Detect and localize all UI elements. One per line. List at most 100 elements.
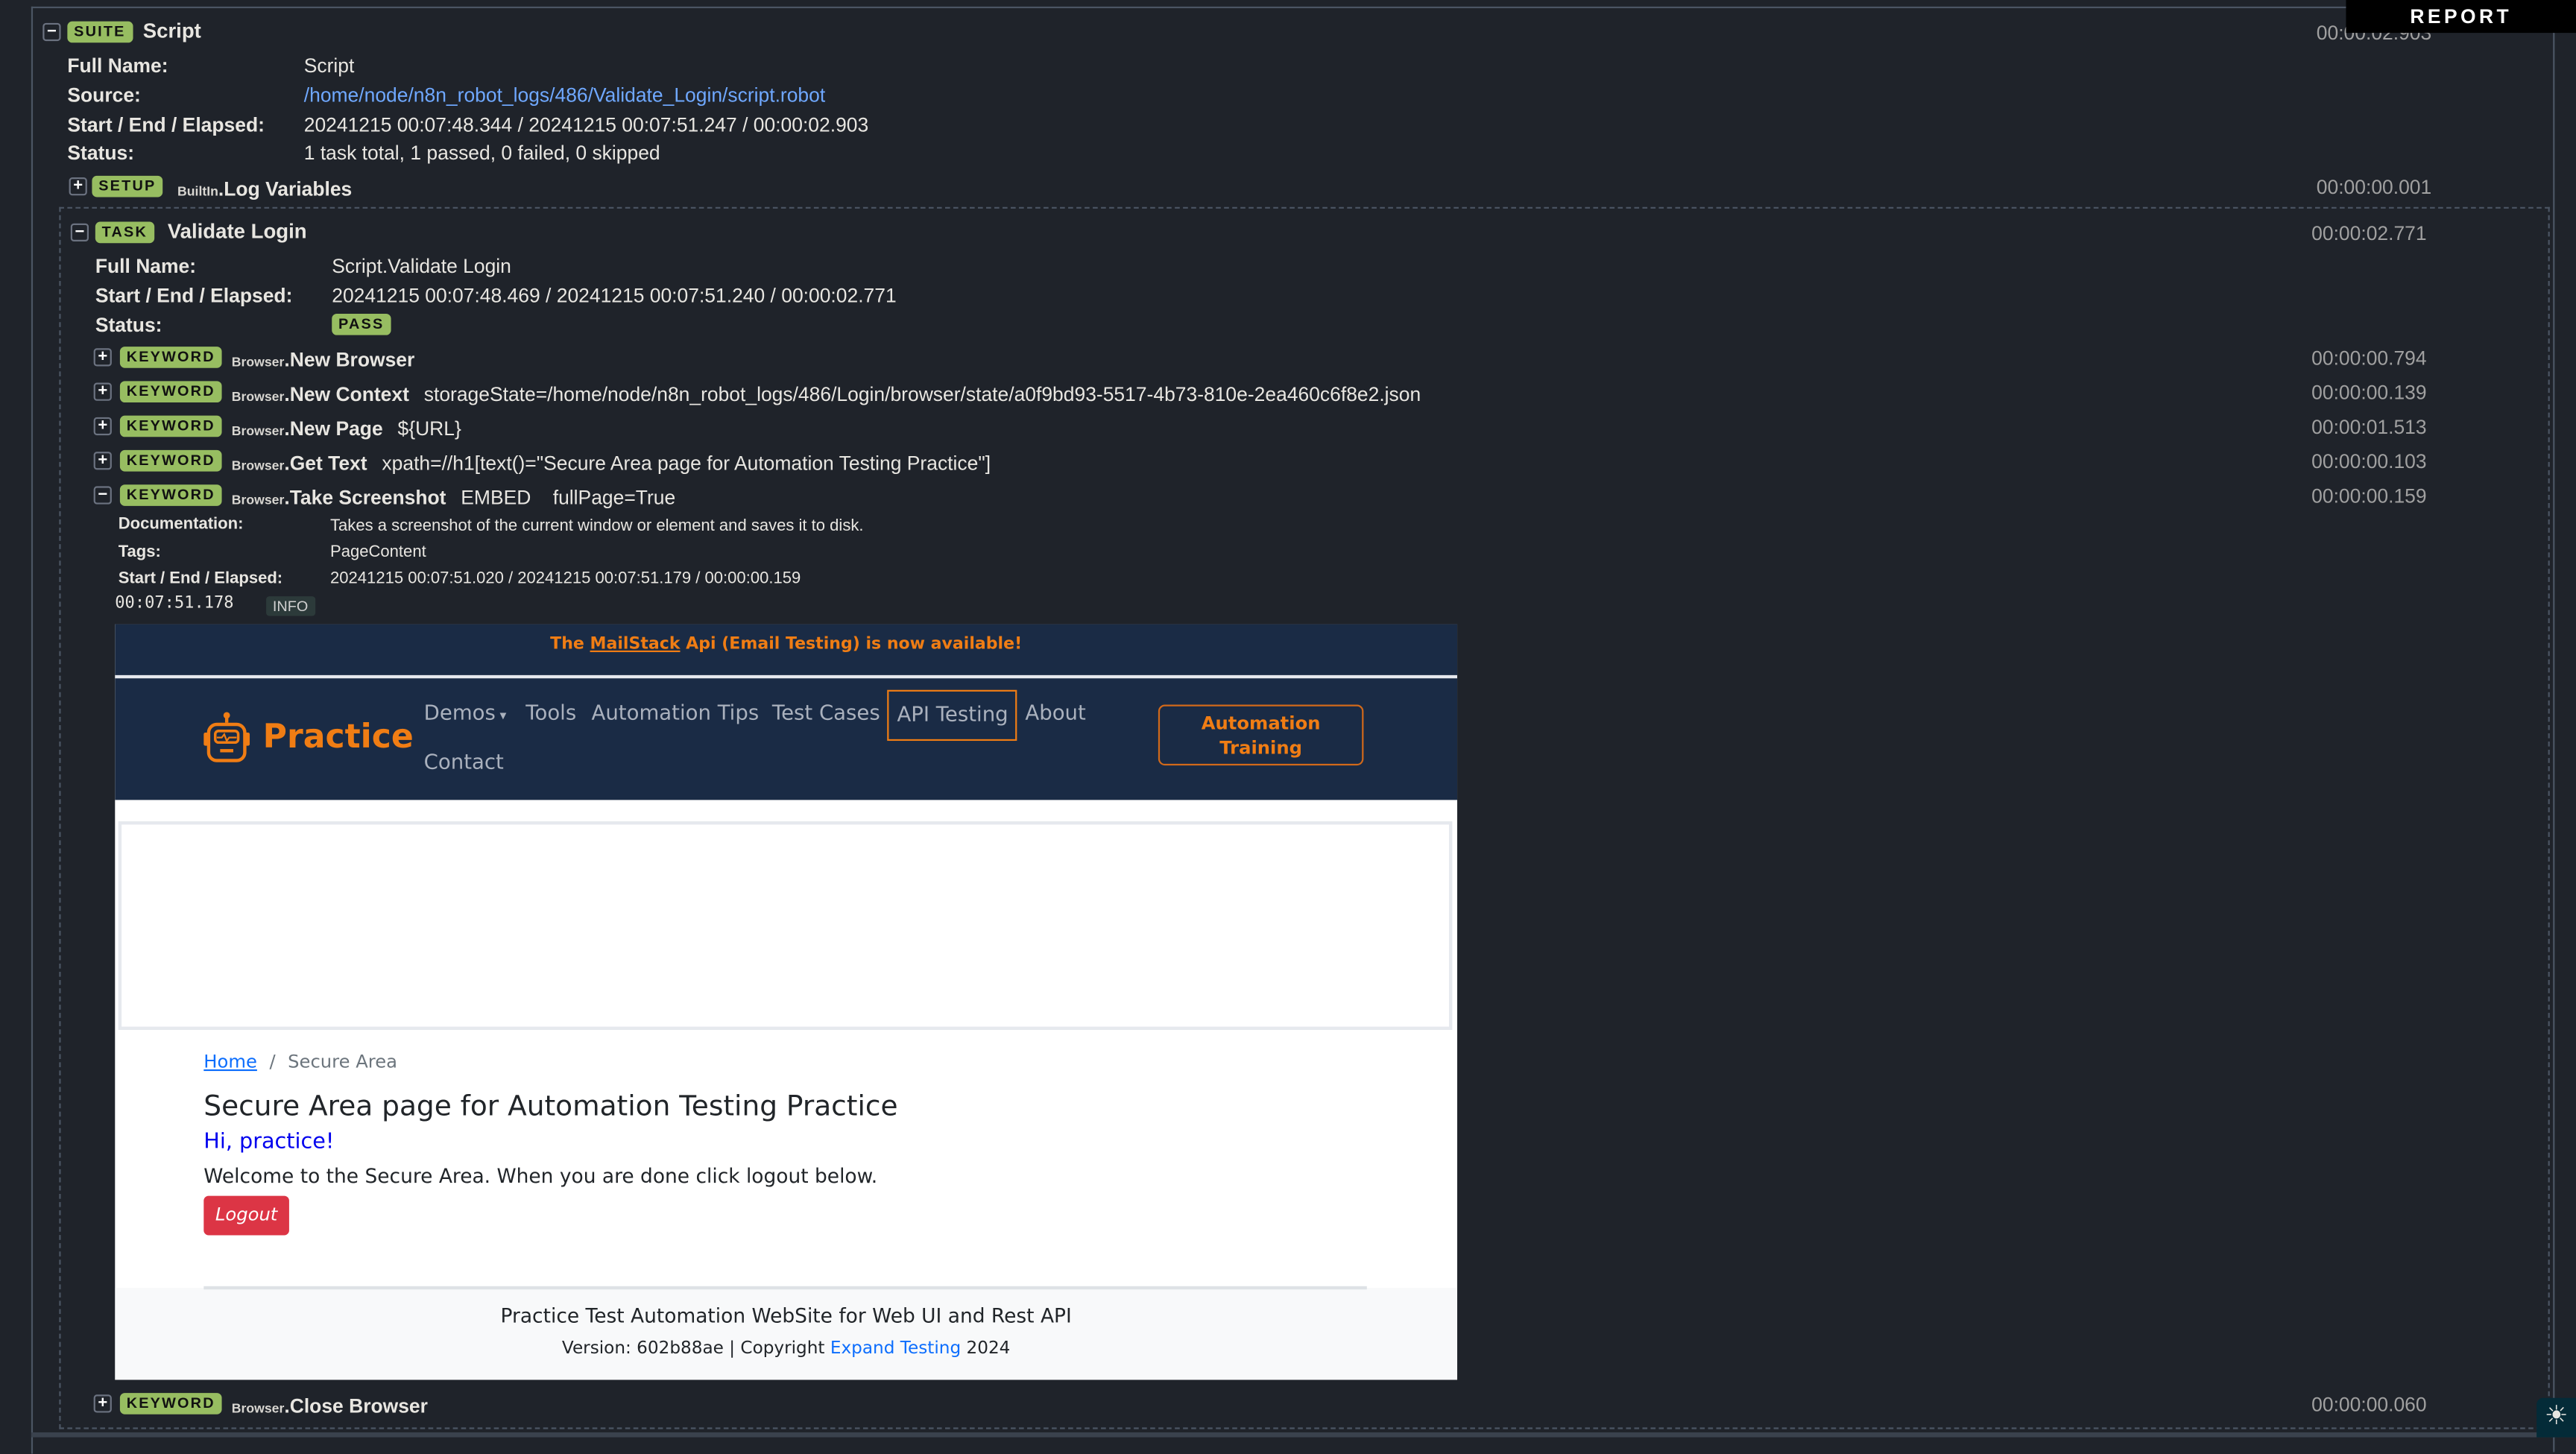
embedded-screenshot[interactable]: The MailStack Api (Email Testing) is now… [115,624,1458,1380]
site-footer [115,1288,1458,1380]
suite-name: Script [142,19,201,43]
suite-times-label: Start / End / Elapsed: [67,113,265,136]
collapse-task-toggle[interactable]: − [70,223,89,242]
expand-keyword-toggle[interactable]: + [93,452,112,470]
sun-icon: ☀ [2544,1403,2569,1431]
suite-source-link[interactable]: /home/node/n8n_robot_logs/486/Validate_L… [304,83,825,107]
task-times: 20241215 00:07:48.469 / 20241215 00:07:5… [332,284,897,308]
suite-badge: SUITE [67,21,133,43]
nav-contact[interactable]: Contact [424,749,504,774]
doc-text: Takes a screenshot of the current window… [330,517,864,536]
tags-label: Tags: [118,543,161,562]
message-level: INFO [266,596,315,616]
keyword-library: Browser [231,458,285,473]
doc-label: Documentation: [118,516,244,534]
nav-about[interactable]: About [1025,700,1085,724]
keyword-elapsed: 00:00:00.139 [2311,381,2427,405]
keyword-elapsed: 00:00:00.060 [2311,1393,2427,1416]
suite-status-label: Status: [67,141,135,165]
breadcrumb-home[interactable]: Home [203,1052,257,1073]
greeting: Hi, practice! [203,1130,335,1155]
frame-border [2553,6,2555,1453]
expand-keyword-toggle[interactable]: + [93,1394,112,1413]
setup-library: BuiltIn [177,183,218,199]
task-status-badge: PASS [332,313,391,335]
suite-times: 20241215 00:07:48.344 / 20241215 00:07:5… [303,113,869,136]
nav-api-testing[interactable]: API Testing [897,701,1008,726]
report-tab[interactable]: REPORT [2346,0,2576,34]
keyword-badge: KEYWORD [119,347,222,368]
expand-keyword-toggle[interactable]: + [93,417,112,436]
kw-times: 20241215 00:07:51.020 / 20241215 00:07:5… [330,569,801,589]
task-elapsed: 00:00:02.771 [2311,221,2427,245]
keyword-args: storageState=/home/node/n8n_robot_logs/4… [423,382,1421,406]
suite-status: 1 task total, 1 passed, 0 failed, 0 skip… [303,141,660,165]
keyword-library: Browser [231,355,285,370]
breadcrumb-current: Secure Area [288,1051,398,1073]
keyword-library: Browser [231,423,285,439]
expand-testing-link[interactable]: Expand Testing [830,1338,961,1358]
theme-toggle-button[interactable]: ☀ [2536,1397,2576,1438]
logout-button[interactable]: Logout [203,1195,289,1236]
keyword-library: Browser [231,493,285,508]
suite-source-label: Source: [67,83,141,107]
task-fullname-label: Full Name: [95,254,197,278]
keyword-badge: KEYWORD [119,381,222,403]
keyword-args: xpath=//h1[text()="Secure Area page for … [382,452,991,475]
keyword-name: New Browser [289,348,415,372]
nav-automation-tips[interactable]: Automation Tips [591,700,759,724]
footer-title: Practice Test Automation WebSite for Web… [500,1304,1072,1327]
task-name: Validate Login [167,220,307,244]
expand-keyword-toggle[interactable]: + [93,382,112,401]
task-status-label: Status: [95,313,162,337]
announcement-banner: The MailStack Api (Email Testing) is now… [115,624,1458,679]
mailstack-link[interactable]: MailStack [590,636,681,654]
collapse-keyword-toggle[interactable]: − [93,486,112,505]
automation-training-button[interactable]: Automation Training [1158,704,1364,766]
welcome-text: Welcome to the Secure Area. When you are… [203,1164,878,1188]
task-fullname: Script.Validate Login [332,254,511,278]
keyword-name: New Page [289,417,383,440]
footer-version: Version: 602b88ae | Copyright Expand Tes… [561,1338,1011,1359]
kw-times-label: Start / End / Elapsed: [118,569,283,589]
caret-down-icon: ▾ [495,707,507,723]
keyword-name: New Context [289,382,409,406]
keyword-elapsed: 00:00:00.103 [2311,449,2427,473]
keyword-name: Close Browser [289,1394,428,1418]
keyword-badge: KEYWORD [119,415,222,437]
nav-test-cases[interactable]: Test Cases [772,700,880,724]
task-badge: TASK [95,221,154,244]
expand-setup-toggle[interactable]: + [69,177,87,196]
keyword-badge: KEYWORD [119,484,222,506]
nav-demos[interactable]: Demos ▾ [424,700,507,724]
tags-value: PageContent [330,543,426,562]
keyword-elapsed: 00:00:00.159 [2311,484,2427,508]
keyword-elapsed: 00:00:00.794 [2311,347,2427,370]
task-times-label: Start / End / Elapsed: [95,284,293,308]
robot-logo-icon [203,712,250,762]
keyword-library: Browser [231,389,285,405]
expand-keyword-toggle[interactable]: + [93,348,112,367]
site-navbar: Practice Demos ▾ Tools Automation Tips T… [115,678,1458,800]
site-logo[interactable]: Practice [263,716,414,756]
keyword-badge: KEYWORD [119,1393,222,1415]
page-heading: Secure Area page for Automation Testing … [203,1090,898,1124]
suite-fullname-label: Full Name: [67,54,168,78]
setup-keyword[interactable]: BuiltIn.Log Variables [177,174,352,204]
keyword-elapsed: 00:00:01.513 [2311,415,2427,439]
keyword-args: ${URL} [397,417,461,440]
keyword-name: Take Screenshot [289,486,446,510]
suite-fullname: Script [303,54,355,78]
keyword-badge: KEYWORD [119,449,222,472]
setup-badge: SETUP [92,175,163,197]
setup-name: Log Variables [224,177,353,200]
footer-divider [203,1286,1367,1290]
keyword-library: Browser [231,1401,285,1416]
message-timestamp: 00:07:51.178 [115,594,234,613]
setup-elapsed: 00:00:00.001 [2316,175,2432,199]
collapse-suite-toggle[interactable]: − [42,22,61,42]
keyword-name: Get Text [289,452,367,475]
nav-tools[interactable]: Tools [525,700,576,724]
breadcrumb: Home / Secure Area [203,1051,398,1073]
keyword-args: EMBED fullPage=True [461,486,676,510]
